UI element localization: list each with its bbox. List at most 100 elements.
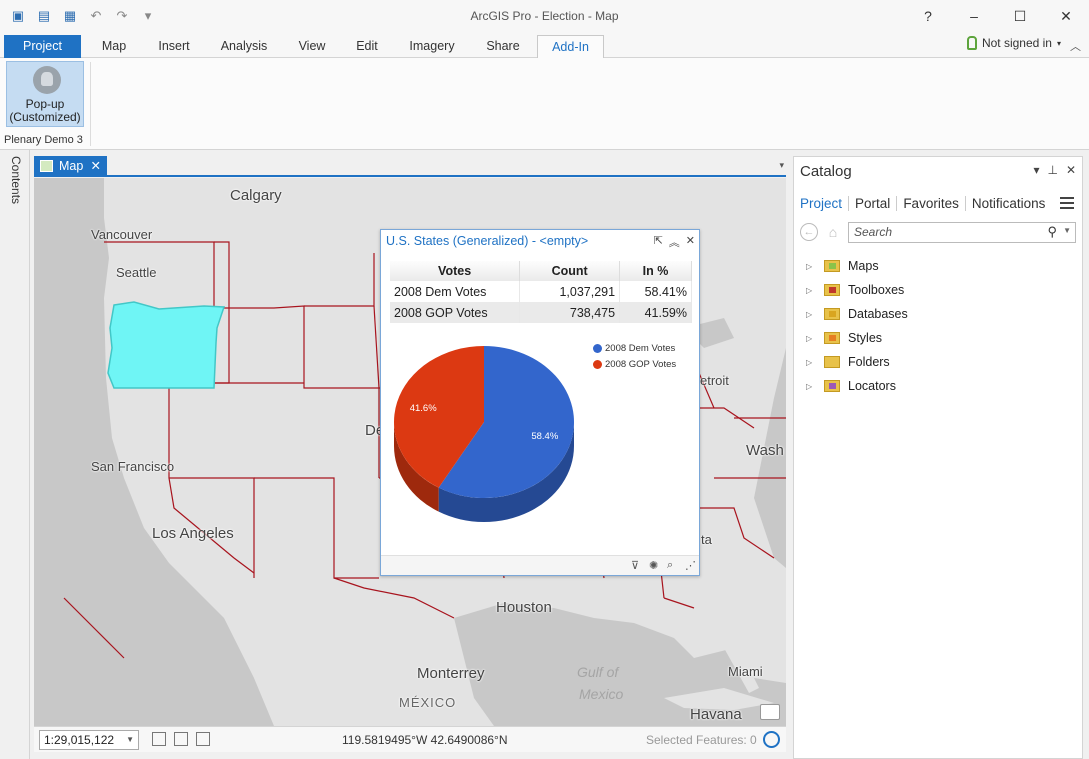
popup-customized-button[interactable]: Pop-up (Customized) [6, 61, 84, 127]
notes-icon[interactable] [760, 704, 780, 720]
tab-insert[interactable]: Insert [152, 35, 196, 58]
chevron-down-icon: ▼ [126, 735, 134, 744]
new-project-icon[interactable]: ▣ [8, 7, 28, 25]
table-cell: 58.41% [619, 281, 692, 302]
catalog-item-toolboxes[interactable]: ▷ Toolboxes [806, 278, 908, 302]
lion-icon [33, 66, 61, 94]
search-icon[interactable]: ⚲ [1047, 224, 1057, 240]
sign-in-status[interactable]: Not signed in ▾ [966, 36, 1061, 50]
expand-icon[interactable]: ▷ [806, 286, 818, 295]
popup-title: U.S. States (Generalized) - <empty> [386, 234, 589, 248]
tab-share[interactable]: Share [481, 35, 525, 58]
ribbon-tabs: Project Map Insert Analysis View Edit Im… [0, 32, 1089, 59]
label-seattle: Seattle [116, 265, 157, 280]
tab-add-in[interactable]: Add-In [537, 35, 604, 59]
tab-list-chevron-icon[interactable]: ▾ [779, 160, 784, 171]
legend-item: 2008 GOP Votes [593, 356, 676, 372]
maximize-button[interactable]: ☐ [997, 0, 1043, 32]
zoom-to-icon[interactable]: ⌕ [667, 559, 673, 572]
expand-icon[interactable]: ▷ [806, 262, 818, 271]
popup-footer: ⊽ ✺ ⌕ ⋰ [381, 555, 699, 575]
popout-icon[interactable]: ⇱ [654, 234, 663, 250]
popup-controls: ⇱ ︽ ✕ [654, 234, 695, 250]
label-washington: Wash [746, 442, 784, 459]
legend-label: 2008 Dem Votes [605, 342, 676, 354]
close-tab-icon[interactable]: ✕ [91, 156, 101, 176]
database-folder-icon [824, 308, 840, 320]
pie-data-label: 58.4% [531, 431, 558, 442]
ribbon-group-label: Plenary Demo 3 [4, 134, 83, 146]
catalog-item-maps[interactable]: ▷ Maps [806, 254, 908, 278]
catalog-tree: ▷ Maps ▷ Toolboxes ▷ Databases ▷ Styles … [806, 254, 908, 398]
label-calgary: Calgary [230, 187, 282, 204]
close-button[interactable]: ✕ [1043, 0, 1089, 32]
tab-map[interactable]: Map [97, 35, 131, 58]
table-cell: 1,037,291 [519, 281, 621, 302]
chart-legend: 2008 Dem Votes 2008 GOP Votes [593, 340, 676, 372]
expand-icon[interactable]: ▷ [806, 382, 818, 391]
catalog-nav: ← ⌂ [800, 223, 842, 241]
tab-imagery[interactable]: Imagery [403, 35, 461, 58]
filter-icon[interactable]: ⊽ [631, 559, 639, 572]
redo-icon[interactable]: ↷ [112, 7, 132, 25]
tab-view[interactable]: View [293, 35, 331, 58]
grid-icon[interactable] [196, 732, 210, 746]
tab-project[interactable]: Project [4, 35, 81, 58]
flash-icon[interactable]: ✺ [649, 559, 658, 572]
map-view-tab[interactable]: Map ✕ [34, 156, 107, 176]
close-icon[interactable]: ✕ [686, 234, 695, 250]
open-project-icon[interactable]: ▤ [34, 7, 54, 25]
catalog-item-databases[interactable]: ▷ Databases [806, 302, 908, 326]
customize-qat-icon[interactable]: ▾ [138, 7, 158, 25]
pin-icon[interactable]: ⊥ [1047, 163, 1057, 177]
label-monterrey: Monterrey [417, 665, 485, 682]
catalog-item-styles[interactable]: ▷ Styles [806, 326, 908, 350]
label-mexico: MÉXICO [399, 695, 457, 710]
scale-selector[interactable]: 1:29,015,122 ▼ [39, 730, 139, 750]
back-icon[interactable]: ← [800, 223, 818, 241]
catalog-item-label: Locators [848, 379, 896, 393]
label-havana: Havana [690, 706, 742, 723]
expand-icon[interactable]: ▷ [806, 358, 818, 367]
collapse-icon[interactable]: ︽ [669, 234, 680, 250]
tab-favorites[interactable]: Favorites [897, 196, 966, 211]
scale-value: 1:29,015,122 [44, 733, 115, 747]
selected-features-count[interactable]: Selected Features: 0 [646, 733, 757, 747]
save-icon[interactable]: ▦ [60, 7, 80, 25]
contents-pane-collapsed[interactable]: Contents [0, 150, 30, 759]
collapse-ribbon-icon[interactable]: ︿ [1070, 38, 1081, 54]
search-input[interactable]: Search ⚲ ▼ [848, 222, 1076, 243]
search-placeholder: Search [854, 225, 893, 239]
legend-swatch [593, 343, 602, 353]
catalog-item-locators[interactable]: ▷ Locators [806, 374, 908, 398]
catalog-item-folders[interactable]: ▷ Folders [806, 350, 908, 374]
expand-icon[interactable]: ▷ [806, 310, 818, 319]
tab-project[interactable]: Project [800, 196, 850, 211]
map-view-tabbar: Map ✕ ▾ [34, 156, 786, 177]
close-icon[interactable]: ✕ [1066, 163, 1076, 177]
pane-options-chevron-icon[interactable]: ▾ [1033, 163, 1039, 177]
table-row: 2008 Dem Votes 1,037,291 58.41% [390, 281, 692, 302]
table-cell: 2008 GOP Votes [390, 302, 521, 323]
tab-notifications[interactable]: Notifications [966, 196, 1052, 211]
tab-portal[interactable]: Portal [849, 196, 898, 211]
expand-icon[interactable]: ▷ [806, 334, 818, 343]
snapping-icon[interactable] [174, 732, 188, 746]
minimize-button[interactable]: – [951, 0, 997, 32]
coordinate-readout: 119.5819495°W 42.6490086°N [342, 733, 508, 747]
tab-analysis[interactable]: Analysis [216, 35, 272, 58]
label-vancouver: Vancouver [91, 227, 153, 242]
pie-data-label: 41.6% [410, 403, 437, 414]
refresh-icon[interactable] [763, 731, 780, 748]
legend-label: 2008 GOP Votes [605, 358, 677, 370]
table-cell: 2008 Dem Votes [390, 281, 521, 302]
chevron-down-icon[interactable]: ▼ [1063, 226, 1071, 235]
add-icon[interactable] [152, 732, 166, 746]
catalog-item-label: Databases [848, 307, 908, 321]
home-icon[interactable]: ⌂ [824, 223, 842, 241]
resize-grip-icon[interactable]: ⋰ [685, 559, 696, 572]
help-button[interactable]: ? [905, 0, 951, 32]
undo-icon[interactable]: ↶ [86, 7, 106, 25]
tab-edit[interactable]: Edit [351, 35, 383, 58]
hamburger-menu-icon[interactable] [1060, 197, 1074, 209]
